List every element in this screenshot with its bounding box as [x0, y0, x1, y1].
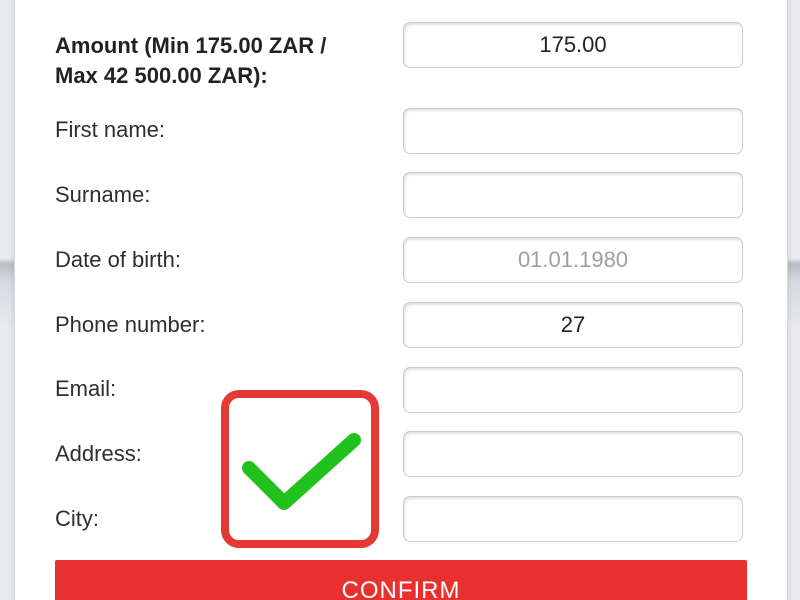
address-input[interactable] — [403, 431, 743, 477]
email-label: Email: — [55, 376, 117, 401]
amount-label-line1: Amount (Min 175.00 ZAR / — [55, 33, 327, 58]
city-input[interactable] — [403, 496, 743, 542]
city-label: City: — [55, 506, 99, 531]
screen: Amount (Min 175.00 ZAR / Max 42 500.00 Z… — [0, 0, 800, 600]
surname-label: Surname: — [55, 182, 151, 207]
confirm-button[interactable]: CONFIRM — [55, 560, 747, 600]
payment-form-panel: Amount (Min 175.00 ZAR / Max 42 500.00 Z… — [14, 0, 788, 600]
amount-input[interactable] — [403, 22, 743, 68]
amount-label: Amount (Min 175.00 ZAR / Max 42 500.00 Z… — [55, 31, 326, 91]
address-label: Address: — [55, 441, 142, 466]
phone-input[interactable] — [403, 302, 743, 348]
phone-label: Phone number: — [55, 312, 206, 337]
email-input[interactable] — [403, 367, 743, 413]
checkmark-icon — [242, 433, 361, 510]
dob-label: Date of birth: — [55, 247, 181, 272]
checkmark-overlay-box — [221, 390, 379, 548]
surname-input[interactable] — [403, 172, 743, 218]
amount-label-line2: Max 42 500.00 ZAR): — [55, 63, 268, 88]
first-name-label: First name: — [55, 117, 166, 142]
dob-input[interactable] — [403, 237, 743, 283]
first-name-input[interactable] — [403, 108, 743, 154]
